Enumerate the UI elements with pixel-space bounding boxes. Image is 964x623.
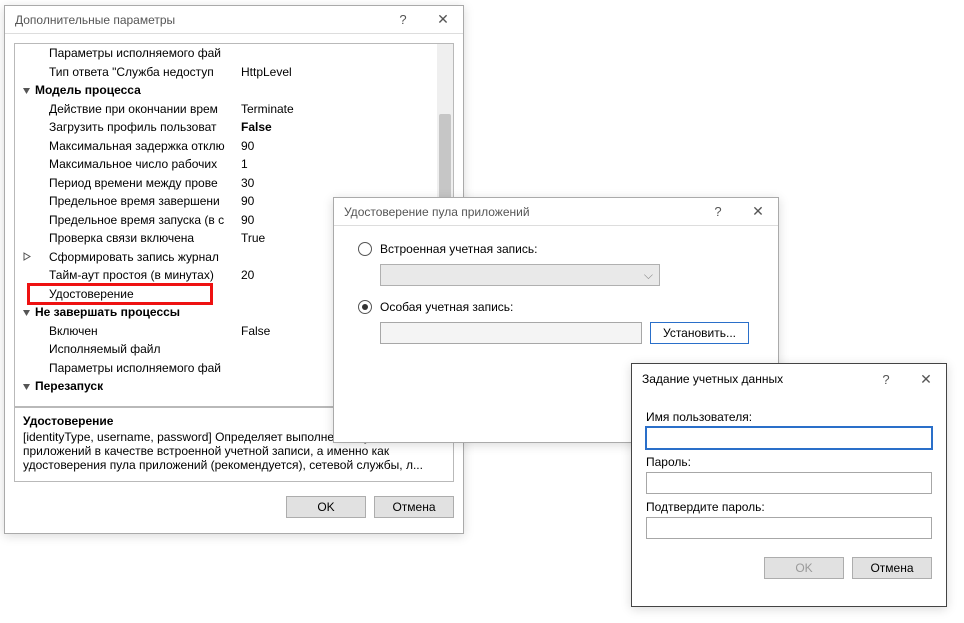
dialog-title: Дополнительные параметры bbox=[15, 13, 383, 27]
property-label: Тип ответа "Служба недоступ bbox=[33, 65, 237, 79]
cancel-button[interactable]: Отмена bbox=[852, 557, 932, 579]
help-button[interactable]: ? bbox=[383, 6, 423, 34]
property-label: Тайм-аут простоя (в минутах) bbox=[33, 268, 237, 282]
collapse-icon[interactable] bbox=[19, 308, 33, 317]
property-row[interactable]: Модель процесса bbox=[15, 81, 453, 100]
property-value[interactable]: HttpLevel bbox=[237, 65, 435, 79]
radio-checked-icon bbox=[358, 300, 372, 314]
property-label: Максимальная задержка отклю bbox=[33, 139, 237, 153]
property-label: Удостоверение bbox=[33, 287, 237, 301]
builtin-account-label: Встроенная учетная запись: bbox=[380, 242, 537, 256]
property-label: Не завершать процессы bbox=[33, 305, 237, 319]
username-label: Имя пользователя: bbox=[646, 410, 932, 424]
property-label: Параметры исполняемого фай bbox=[33, 361, 237, 375]
password-input[interactable] bbox=[646, 472, 932, 494]
builtin-account-option[interactable]: Встроенная учетная запись: bbox=[358, 242, 754, 256]
property-label: Проверка связи включена bbox=[33, 231, 237, 245]
expand-icon[interactable] bbox=[19, 252, 33, 261]
help-button[interactable]: ? bbox=[698, 198, 738, 226]
titlebar: Задание учетных данных ? ✕ bbox=[632, 364, 946, 394]
property-row[interactable]: Максимальное число рабочих1 bbox=[15, 155, 453, 174]
close-button[interactable]: ✕ bbox=[423, 6, 463, 34]
titlebar: Дополнительные параметры ? ✕ bbox=[5, 6, 463, 34]
property-label: Исполняемый файл bbox=[33, 342, 237, 356]
dialog-title: Удостоверение пула приложений bbox=[344, 205, 698, 219]
dialog-title: Задание учетных данных bbox=[642, 372, 866, 386]
collapse-icon[interactable] bbox=[19, 382, 33, 391]
property-label: Загрузить профиль пользоват bbox=[33, 120, 237, 134]
property-row[interactable]: Параметры исполняемого фай bbox=[15, 44, 453, 63]
property-value[interactable]: 90 bbox=[237, 139, 435, 153]
set-credentials-dialog: Задание учетных данных ? ✕ Имя пользоват… bbox=[631, 363, 947, 607]
property-value[interactable]: False bbox=[237, 120, 435, 134]
property-label: Параметры исполняемого фай bbox=[33, 46, 237, 60]
collapse-icon[interactable] bbox=[19, 86, 33, 95]
titlebar: Удостоверение пула приложений ? ✕ bbox=[334, 198, 778, 226]
property-label: Модель процесса bbox=[33, 83, 237, 97]
close-button[interactable]: ✕ bbox=[906, 365, 946, 393]
property-label: Включен bbox=[33, 324, 237, 338]
help-button[interactable]: ? bbox=[866, 365, 906, 393]
builtin-account-combo: ⌵ bbox=[380, 264, 660, 286]
custom-account-option[interactable]: Особая учетная запись: bbox=[358, 300, 754, 314]
property-row[interactable]: Максимальная задержка отклю90 bbox=[15, 137, 453, 156]
property-label: Действие при окончании врем bbox=[33, 102, 237, 116]
property-label: Максимальное число рабочих bbox=[33, 157, 237, 171]
property-label: Предельное время завершени bbox=[33, 194, 237, 208]
property-label: Перезапуск bbox=[33, 379, 237, 393]
cancel-button[interactable]: Отмена bbox=[374, 496, 454, 518]
ok-button[interactable]: OK bbox=[286, 496, 366, 518]
property-value[interactable]: 30 bbox=[237, 176, 435, 190]
close-button[interactable]: ✕ bbox=[738, 198, 778, 226]
property-value[interactable]: 1 bbox=[237, 157, 435, 171]
ok-button[interactable]: OK bbox=[764, 557, 844, 579]
username-input[interactable] bbox=[646, 427, 932, 449]
property-row[interactable]: Действие при окончании времTerminate bbox=[15, 100, 453, 119]
password-label: Пароль: bbox=[646, 455, 932, 469]
property-label: Предельное время запуска (в с bbox=[33, 213, 237, 227]
confirm-password-input[interactable] bbox=[646, 517, 932, 539]
property-label: Сформировать запись журнал bbox=[33, 250, 237, 264]
chevron-down-icon: ⌵ bbox=[644, 268, 653, 283]
property-label: Период времени между прове bbox=[33, 176, 237, 190]
property-value[interactable]: Terminate bbox=[237, 102, 435, 116]
set-button[interactable]: Установить... bbox=[650, 322, 749, 344]
confirm-password-label: Подтвердите пароль: bbox=[646, 500, 932, 514]
property-row[interactable]: Тип ответа "Служба недоступHttpLevel bbox=[15, 63, 453, 82]
property-row[interactable]: Загрузить профиль пользоватFalse bbox=[15, 118, 453, 137]
custom-account-field bbox=[380, 322, 642, 344]
custom-account-label: Особая учетная запись: bbox=[380, 300, 513, 314]
radio-unchecked-icon bbox=[358, 242, 372, 256]
property-row[interactable]: Период времени между прове30 bbox=[15, 174, 453, 193]
